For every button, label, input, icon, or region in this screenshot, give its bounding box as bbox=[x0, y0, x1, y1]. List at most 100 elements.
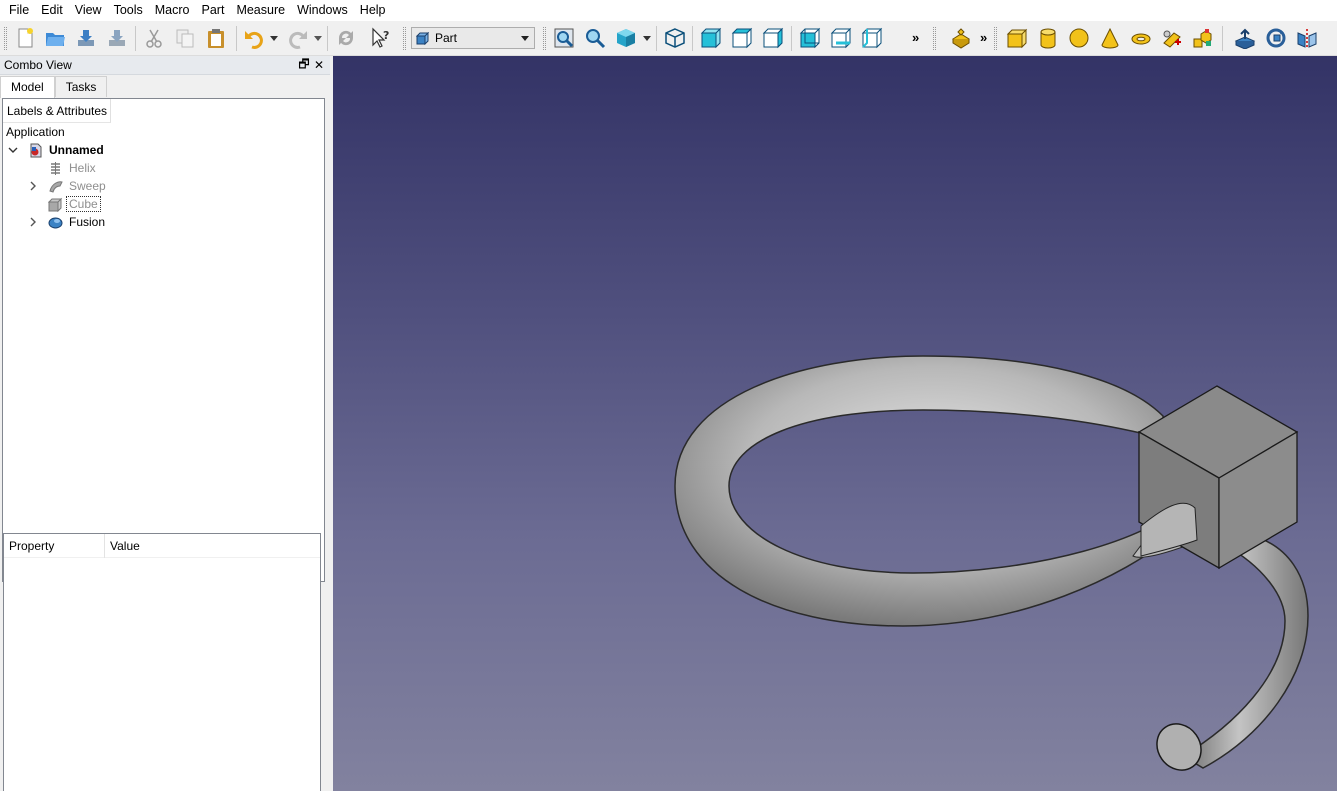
fusion-3d-model[interactable] bbox=[333, 56, 1337, 791]
tab-model[interactable]: Model bbox=[0, 76, 55, 98]
workbench-selector-value: Part bbox=[435, 31, 458, 45]
menu-bar: File Edit View Tools Macro Part Measure … bbox=[0, 0, 1337, 21]
combo-view-tabs: Model Tasks bbox=[0, 76, 108, 98]
top-view-icon[interactable] bbox=[729, 25, 755, 51]
chevron-down-icon bbox=[521, 36, 529, 41]
tree-item-fusion[interactable]: Fusion bbox=[27, 213, 105, 231]
undo-dropdown-icon[interactable] bbox=[270, 34, 278, 42]
combo-view-titlebar: Combo View bbox=[0, 56, 330, 75]
tree-document-label: Unnamed bbox=[49, 143, 104, 157]
property-column-header[interactable]: Property bbox=[4, 534, 105, 558]
ring-tube[interactable] bbox=[674, 355, 1194, 627]
paste-icon[interactable] bbox=[203, 25, 229, 51]
cylinder-icon[interactable] bbox=[1035, 25, 1061, 51]
redo-icon[interactable] bbox=[285, 25, 311, 51]
left-view-icon[interactable] bbox=[859, 25, 885, 51]
workbench-selector[interactable]: Part bbox=[411, 27, 535, 49]
revolve-icon[interactable] bbox=[1263, 25, 1289, 51]
toolbar-separator bbox=[692, 26, 693, 51]
save-as-icon[interactable] bbox=[104, 25, 130, 51]
toolbar-grip[interactable] bbox=[543, 27, 546, 50]
toolbar-separator bbox=[236, 26, 237, 51]
helix-end-cap bbox=[1156, 723, 1202, 771]
tree-item-sweep[interactable]: Sweep bbox=[27, 177, 106, 195]
value-column-header[interactable]: Value bbox=[105, 534, 320, 558]
right-view-icon[interactable] bbox=[760, 25, 786, 51]
sweep-icon bbox=[47, 178, 63, 194]
combo-view-panel: Combo View 🗗 ✕ Model Tasks Labels & Attr… bbox=[0, 56, 333, 791]
model-tree: Labels & Attributes Application Unnamed … bbox=[2, 98, 325, 582]
fit-all-icon[interactable] bbox=[551, 25, 577, 51]
tree-column-header[interactable]: Labels & Attributes bbox=[3, 99, 111, 123]
bottom-view-icon[interactable] bbox=[828, 25, 854, 51]
chevron-right-icon[interactable] bbox=[27, 180, 39, 192]
open-folder-icon[interactable] bbox=[42, 25, 68, 51]
helix-tube[interactable] bbox=[1181, 535, 1309, 769]
menu-view[interactable]: View bbox=[70, 0, 107, 21]
primitives-icon[interactable] bbox=[1190, 25, 1216, 51]
chevron-down-icon[interactable] bbox=[7, 144, 19, 156]
toolbar-grip[interactable] bbox=[994, 27, 997, 50]
menu-tools[interactable]: Tools bbox=[109, 0, 148, 21]
main-toolbar: ? bbox=[0, 21, 1337, 56]
tree-document-unnamed[interactable]: Unnamed bbox=[7, 141, 104, 159]
menu-macro[interactable]: Macro bbox=[150, 0, 195, 21]
tree-section-label: Application bbox=[6, 125, 65, 139]
tree-item-label: Cube bbox=[66, 196, 101, 212]
redo-dropdown-icon[interactable] bbox=[314, 34, 322, 42]
rear-view-icon[interactable] bbox=[797, 25, 823, 51]
menu-windows[interactable]: Windows bbox=[292, 0, 353, 21]
svg-text:?: ? bbox=[383, 29, 389, 42]
chevron-right-icon[interactable] bbox=[27, 216, 39, 228]
tree-section-application: Application bbox=[6, 123, 65, 141]
tree-item-cube[interactable]: Cube bbox=[27, 195, 101, 213]
menu-part[interactable]: Part bbox=[197, 0, 230, 21]
document-icon bbox=[27, 142, 43, 158]
helix-icon bbox=[47, 160, 63, 176]
toolbar-overflow-button[interactable]: » bbox=[912, 30, 919, 45]
draw-style-icon[interactable] bbox=[613, 25, 639, 51]
fit-selection-icon[interactable] bbox=[582, 25, 608, 51]
axonometric-view-icon[interactable] bbox=[662, 25, 688, 51]
tree-item-label: Fusion bbox=[69, 215, 106, 229]
box-icon[interactable] bbox=[1004, 25, 1030, 51]
toolbar-separator bbox=[327, 26, 328, 51]
extrude-icon[interactable] bbox=[1232, 25, 1258, 51]
sphere-icon[interactable] bbox=[1066, 25, 1092, 51]
toolbar-separator bbox=[791, 26, 792, 51]
close-panel-icon[interactable]: ✕ bbox=[312, 57, 326, 73]
toolbar-separator bbox=[1222, 26, 1223, 51]
property-header: Property Value bbox=[4, 534, 320, 558]
menu-edit[interactable]: Edit bbox=[36, 0, 68, 21]
toolbar-separator bbox=[135, 26, 136, 51]
menu-file[interactable]: File bbox=[4, 0, 34, 21]
toolbar-overflow-button[interactable]: » bbox=[980, 30, 987, 45]
tree-item-label: Helix bbox=[69, 161, 96, 175]
part-tools-icon[interactable] bbox=[948, 25, 974, 51]
save-icon[interactable] bbox=[73, 25, 99, 51]
tree-item-helix[interactable]: Helix bbox=[27, 159, 96, 177]
new-document-icon[interactable] bbox=[12, 25, 38, 51]
mirror-icon[interactable] bbox=[1294, 25, 1320, 51]
copy-icon[interactable] bbox=[172, 25, 198, 51]
whats-this-icon[interactable]: ? bbox=[368, 25, 394, 51]
float-panel-icon[interactable]: 🗗 bbox=[297, 57, 311, 73]
undo-icon[interactable] bbox=[241, 25, 267, 51]
tab-tasks[interactable]: Tasks bbox=[54, 76, 108, 97]
tube-icon[interactable] bbox=[1159, 25, 1185, 51]
refresh-icon[interactable] bbox=[333, 25, 359, 51]
torus-icon[interactable] bbox=[1128, 25, 1154, 51]
toolbar-grip[interactable] bbox=[4, 27, 7, 50]
3d-viewport[interactable] bbox=[333, 56, 1337, 791]
toolbar-grip[interactable] bbox=[933, 27, 936, 50]
cut-icon[interactable] bbox=[141, 25, 167, 51]
menu-measure[interactable]: Measure bbox=[231, 0, 290, 21]
toolbar-grip[interactable] bbox=[403, 27, 406, 50]
part-workbench-icon bbox=[416, 31, 429, 45]
front-view-icon[interactable] bbox=[698, 25, 724, 51]
property-editor: Property Value bbox=[3, 533, 321, 791]
draw-style-dropdown-icon[interactable] bbox=[643, 34, 651, 42]
cone-icon[interactable] bbox=[1097, 25, 1123, 51]
cube-icon bbox=[47, 196, 63, 212]
menu-help[interactable]: Help bbox=[355, 0, 391, 21]
